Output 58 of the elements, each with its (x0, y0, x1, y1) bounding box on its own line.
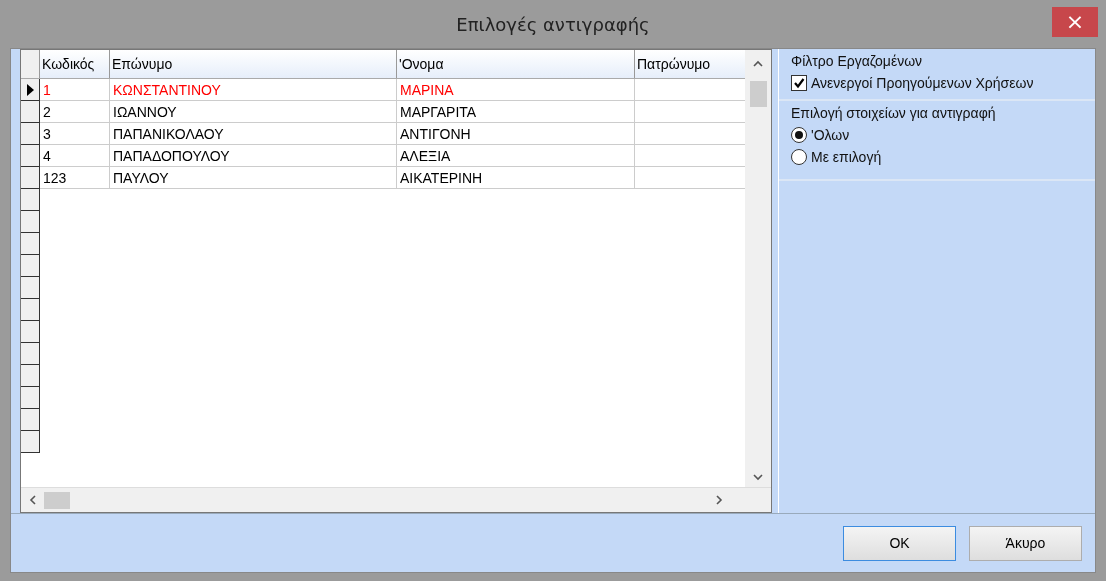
row-header[interactable] (21, 79, 40, 101)
row-header[interactable] (21, 233, 40, 255)
horizontal-scrollbar[interactable] (21, 487, 771, 512)
scroll-thumb[interactable] (44, 491, 70, 509)
table-cell: ΠΑΠΑΔΟΠΟΥΛΟΥ (110, 145, 397, 167)
radio-button[interactable] (791, 149, 807, 165)
row-header[interactable] (21, 365, 40, 387)
table-cell: 1 (40, 79, 110, 101)
table-cell: 123 (40, 167, 110, 189)
scroll-right-icon[interactable] (716, 495, 723, 505)
checkbox[interactable] (791, 75, 807, 91)
window-title: Επιλογές αντιγραφής (456, 13, 650, 35)
row-header[interactable] (21, 343, 40, 365)
dialog-button[interactable]: Άκυρο (969, 525, 1082, 561)
dialog-button[interactable]: OK (843, 525, 956, 561)
row-header[interactable] (21, 123, 40, 145)
column-header[interactable]: 'Ονομα (397, 50, 635, 78)
scroll-up-icon[interactable] (753, 60, 763, 67)
radio-button[interactable] (791, 127, 807, 143)
row-header[interactable] (21, 167, 40, 189)
table-cell: ΑΙΚΑΤΕΡΙΝΗ (397, 167, 635, 189)
check-icon (793, 77, 805, 89)
row-header[interactable] (21, 145, 40, 167)
group-title: Επιλογή στοιχείων για αντιγραφή (791, 105, 997, 121)
radio-label[interactable]: 'Ολων (811, 127, 850, 143)
table-cell: ΜΑΡΙΝΑ (397, 79, 635, 101)
row-header[interactable] (21, 255, 40, 277)
group-title: Φίλτρο Εργαζομένων (791, 53, 924, 69)
header-corner-cell (21, 50, 40, 78)
row-header[interactable] (21, 189, 40, 211)
checkbox-label[interactable]: Ανενεργοί Προηγούμενων Χρήσεων (811, 75, 1034, 91)
row-header[interactable] (21, 321, 40, 343)
scroll-left-icon[interactable] (29, 495, 36, 505)
row-header[interactable] (21, 387, 40, 409)
radio-label[interactable]: Με επιλογή (811, 149, 882, 165)
scroll-thumb[interactable] (749, 81, 767, 107)
table-cell: 3 (40, 123, 110, 145)
vertical-scrollbar[interactable] (745, 50, 771, 487)
row-header[interactable] (21, 299, 40, 321)
table-cell: ΑΝΤΙΓΟΝΗ (397, 123, 635, 145)
scroll-down-icon[interactable] (753, 474, 763, 481)
table-cell: ΠΑΥΛΟΥ (110, 167, 397, 189)
row-header[interactable] (21, 211, 40, 233)
table-cell: ΜΑΡΓΑΡΙΤΑ (397, 101, 635, 123)
table-cell: 4 (40, 145, 110, 167)
table-cell: ΙΩΑΝΝΟΥ (110, 101, 397, 123)
table-cell: ΚΩΝΣΤΑΝΤΙΝΟΥ (110, 79, 397, 101)
table-cell: ΠΑΠΑΝΙΚΟΛΑΟΥ (110, 123, 397, 145)
table-cell: ΑΛΕΞΙΑ (397, 145, 635, 167)
row-header[interactable] (21, 101, 40, 123)
row-header[interactable] (21, 277, 40, 299)
column-header[interactable]: Κωδικός (40, 50, 110, 78)
row-header[interactable] (21, 431, 40, 453)
row-header[interactable] (21, 409, 40, 431)
column-header[interactable]: Επώνυμο (110, 50, 397, 78)
close-button[interactable]: × (1052, 7, 1098, 37)
current-row-icon (26, 83, 34, 96)
table-cell: 2 (40, 101, 110, 123)
